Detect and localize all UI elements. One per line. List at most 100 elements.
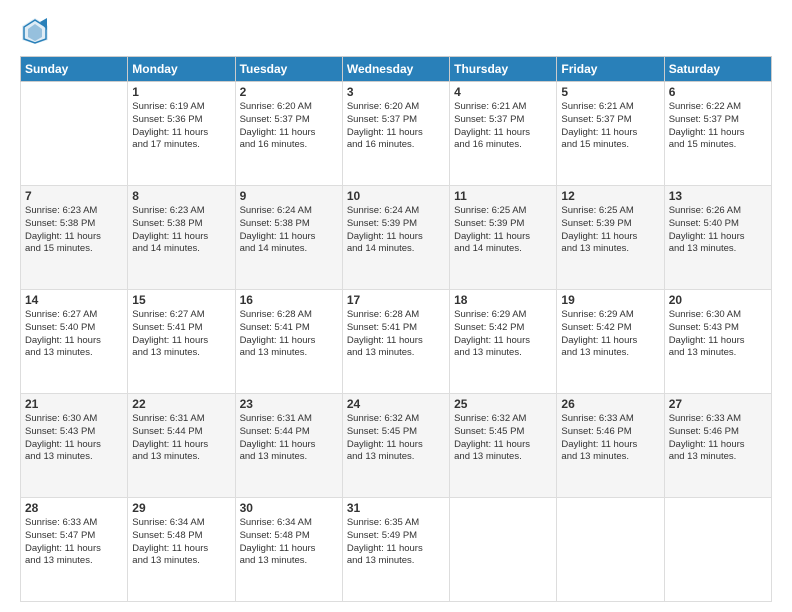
- calendar-cell: 2 Sunrise: 6:20 AMSunset: 5:37 PMDaylight…: [235, 82, 342, 186]
- calendar-cell: 29 Sunrise: 6:34 AMSunset: 5:48 PMDayligh…: [128, 498, 235, 602]
- day-number: 27: [669, 397, 767, 411]
- day-number: 3: [347, 85, 445, 99]
- weekday-header-saturday: Saturday: [664, 57, 771, 82]
- day-info: Sunrise: 6:31 AMSunset: 5:44 PMDaylight:…: [132, 413, 230, 464]
- day-number: 24: [347, 397, 445, 411]
- day-info: Sunrise: 6:26 AMSunset: 5:40 PMDaylight:…: [669, 205, 767, 256]
- page-header: [20, 16, 772, 46]
- calendar-table: SundayMondayTuesdayWednesdayThursdayFrid…: [20, 56, 772, 602]
- day-info: Sunrise: 6:28 AMSunset: 5:41 PMDaylight:…: [240, 309, 338, 360]
- day-info: Sunrise: 6:24 AMSunset: 5:39 PMDaylight:…: [347, 205, 445, 256]
- day-number: 26: [561, 397, 659, 411]
- calendar-cell: 7 Sunrise: 6:23 AMSunset: 5:38 PMDaylight…: [21, 186, 128, 290]
- calendar-cell: 5 Sunrise: 6:21 AMSunset: 5:37 PMDaylight…: [557, 82, 664, 186]
- day-number: 12: [561, 189, 659, 203]
- day-info: Sunrise: 6:33 AMSunset: 5:47 PMDaylight:…: [25, 517, 123, 568]
- calendar-cell: 24 Sunrise: 6:32 AMSunset: 5:45 PMDayligh…: [342, 394, 449, 498]
- day-number: 21: [25, 397, 123, 411]
- calendar-cell: 8 Sunrise: 6:23 AMSunset: 5:38 PMDaylight…: [128, 186, 235, 290]
- calendar-cell: 18 Sunrise: 6:29 AMSunset: 5:42 PMDayligh…: [450, 290, 557, 394]
- weekday-header-friday: Friday: [557, 57, 664, 82]
- day-number: 17: [347, 293, 445, 307]
- calendar-cell: 21 Sunrise: 6:30 AMSunset: 5:43 PMDayligh…: [21, 394, 128, 498]
- day-info: Sunrise: 6:21 AMSunset: 5:37 PMDaylight:…: [561, 101, 659, 152]
- week-row-3: 14Sunrise: 6:27 AMSunset: 5:40 PMDayligh…: [21, 290, 772, 394]
- day-info: Sunrise: 6:30 AMSunset: 5:43 PMDaylight:…: [25, 413, 123, 464]
- calendar-cell: 1 Sunrise: 6:19 AMSunset: 5:36 PMDaylight…: [128, 82, 235, 186]
- calendar-cell: 6 Sunrise: 6:22 AMSunset: 5:37 PMDaylight…: [664, 82, 771, 186]
- day-number: 4: [454, 85, 552, 99]
- day-number: 30: [240, 501, 338, 515]
- day-info: Sunrise: 6:34 AMSunset: 5:48 PMDaylight:…: [132, 517, 230, 568]
- day-number: 1: [132, 85, 230, 99]
- day-number: 5: [561, 85, 659, 99]
- calendar-cell: 16 Sunrise: 6:28 AMSunset: 5:41 PMDayligh…: [235, 290, 342, 394]
- day-number: 8: [132, 189, 230, 203]
- day-info: Sunrise: 6:32 AMSunset: 5:45 PMDaylight:…: [347, 413, 445, 464]
- day-info: Sunrise: 6:28 AMSunset: 5:41 PMDaylight:…: [347, 309, 445, 360]
- day-number: 11: [454, 189, 552, 203]
- day-number: 15: [132, 293, 230, 307]
- day-number: 29: [132, 501, 230, 515]
- day-info: Sunrise: 6:20 AMSunset: 5:37 PMDaylight:…: [347, 101, 445, 152]
- weekday-header-sunday: Sunday: [21, 57, 128, 82]
- calendar-cell: 31Sunrise: 6:35 AMSunset: 5:49 PMDayligh…: [342, 498, 449, 602]
- day-number: 16: [240, 293, 338, 307]
- week-row-1: 1 Sunrise: 6:19 AMSunset: 5:36 PMDaylight…: [21, 82, 772, 186]
- day-number: 2: [240, 85, 338, 99]
- logo: [20, 16, 54, 46]
- calendar-cell: 13Sunrise: 6:26 AMSunset: 5:40 PMDayligh…: [664, 186, 771, 290]
- day-number: 25: [454, 397, 552, 411]
- day-info: Sunrise: 6:33 AMSunset: 5:46 PMDaylight:…: [669, 413, 767, 464]
- day-info: Sunrise: 6:30 AMSunset: 5:43 PMDaylight:…: [669, 309, 767, 360]
- calendar-cell: 23Sunrise: 6:31 AMSunset: 5:44 PMDayligh…: [235, 394, 342, 498]
- day-info: Sunrise: 6:29 AMSunset: 5:42 PMDaylight:…: [561, 309, 659, 360]
- day-info: Sunrise: 6:25 AMSunset: 5:39 PMDaylight:…: [454, 205, 552, 256]
- day-number: 28: [25, 501, 123, 515]
- week-row-4: 21 Sunrise: 6:30 AMSunset: 5:43 PMDayligh…: [21, 394, 772, 498]
- calendar-cell: 9Sunrise: 6:24 AMSunset: 5:38 PMDaylight…: [235, 186, 342, 290]
- calendar-cell: 4 Sunrise: 6:21 AMSunset: 5:37 PMDaylight…: [450, 82, 557, 186]
- day-number: 14: [25, 293, 123, 307]
- day-info: Sunrise: 6:32 AMSunset: 5:45 PMDaylight:…: [454, 413, 552, 464]
- day-info: Sunrise: 6:25 AMSunset: 5:39 PMDaylight:…: [561, 205, 659, 256]
- calendar-cell: 28 Sunrise: 6:33 AMSunset: 5:47 PMDayligh…: [21, 498, 128, 602]
- weekday-header-tuesday: Tuesday: [235, 57, 342, 82]
- calendar-cell: 15Sunrise: 6:27 AMSunset: 5:41 PMDayligh…: [128, 290, 235, 394]
- day-info: Sunrise: 6:22 AMSunset: 5:37 PMDaylight:…: [669, 101, 767, 152]
- calendar-cell: 30 Sunrise: 6:34 AMSunset: 5:48 PMDayligh…: [235, 498, 342, 602]
- day-number: 6: [669, 85, 767, 99]
- weekday-header-row: SundayMondayTuesdayWednesdayThursdayFrid…: [21, 57, 772, 82]
- day-info: Sunrise: 6:23 AMSunset: 5:38 PMDaylight:…: [25, 205, 123, 256]
- calendar-cell: 22Sunrise: 6:31 AMSunset: 5:44 PMDayligh…: [128, 394, 235, 498]
- calendar-cell: [21, 82, 128, 186]
- calendar-cell: 17 Sunrise: 6:28 AMSunset: 5:41 PMDayligh…: [342, 290, 449, 394]
- calendar-cell: 19Sunrise: 6:29 AMSunset: 5:42 PMDayligh…: [557, 290, 664, 394]
- weekday-header-thursday: Thursday: [450, 57, 557, 82]
- day-info: Sunrise: 6:34 AMSunset: 5:48 PMDaylight:…: [240, 517, 338, 568]
- week-row-5: 28 Sunrise: 6:33 AMSunset: 5:47 PMDayligh…: [21, 498, 772, 602]
- calendar-cell: 12 Sunrise: 6:25 AMSunset: 5:39 PMDayligh…: [557, 186, 664, 290]
- day-number: 20: [669, 293, 767, 307]
- calendar-cell: [450, 498, 557, 602]
- calendar-cell: [557, 498, 664, 602]
- day-info: Sunrise: 6:19 AMSunset: 5:36 PMDaylight:…: [132, 101, 230, 152]
- calendar-cell: 27 Sunrise: 6:33 AMSunset: 5:46 PMDayligh…: [664, 394, 771, 498]
- day-number: 7: [25, 189, 123, 203]
- calendar-cell: 10 Sunrise: 6:24 AMSunset: 5:39 PMDayligh…: [342, 186, 449, 290]
- day-number: 9: [240, 189, 338, 203]
- day-info: Sunrise: 6:23 AMSunset: 5:38 PMDaylight:…: [132, 205, 230, 256]
- calendar-cell: 25 Sunrise: 6:32 AMSunset: 5:45 PMDayligh…: [450, 394, 557, 498]
- calendar-cell: 26 Sunrise: 6:33 AMSunset: 5:46 PMDayligh…: [557, 394, 664, 498]
- day-info: Sunrise: 6:21 AMSunset: 5:37 PMDaylight:…: [454, 101, 552, 152]
- day-info: Sunrise: 6:29 AMSunset: 5:42 PMDaylight:…: [454, 309, 552, 360]
- day-info: Sunrise: 6:33 AMSunset: 5:46 PMDaylight:…: [561, 413, 659, 464]
- weekday-header-monday: Monday: [128, 57, 235, 82]
- day-info: Sunrise: 6:20 AMSunset: 5:37 PMDaylight:…: [240, 101, 338, 152]
- logo-icon: [20, 16, 50, 46]
- day-number: 18: [454, 293, 552, 307]
- day-number: 10: [347, 189, 445, 203]
- calendar-cell: [664, 498, 771, 602]
- weekday-header-wednesday: Wednesday: [342, 57, 449, 82]
- week-row-2: 7 Sunrise: 6:23 AMSunset: 5:38 PMDaylight…: [21, 186, 772, 290]
